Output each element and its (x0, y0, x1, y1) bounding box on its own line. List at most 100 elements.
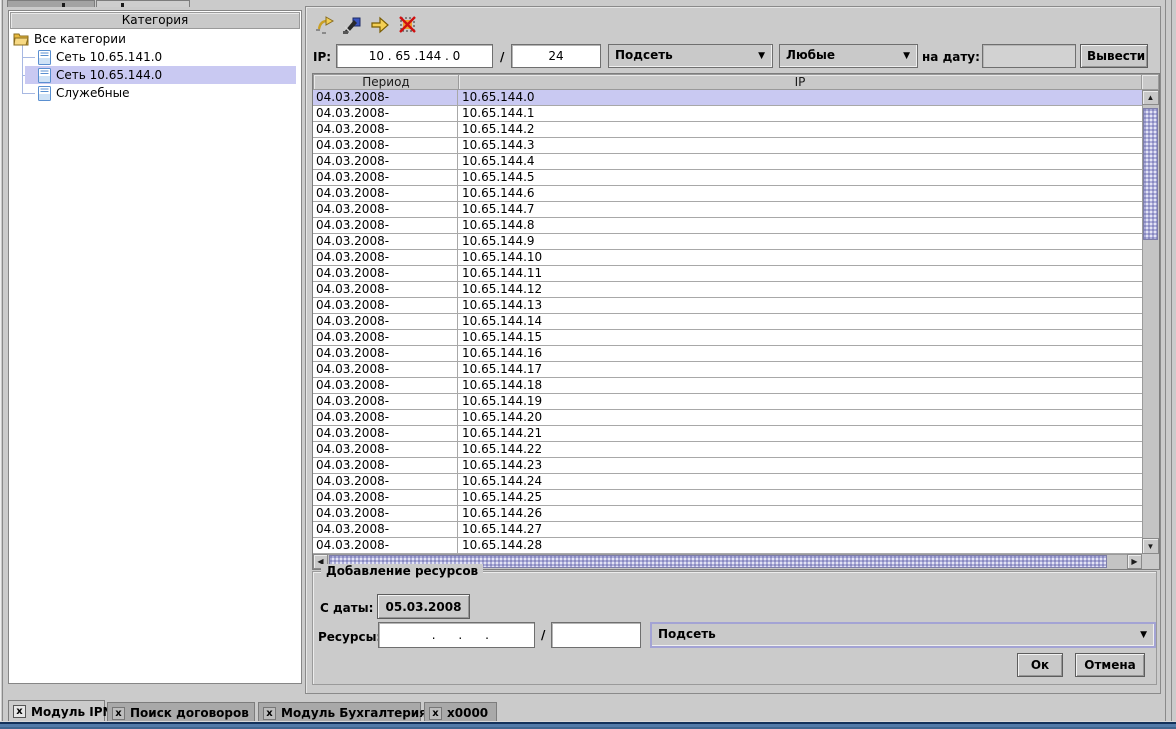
close-icon[interactable]: x (112, 707, 125, 720)
table-row[interactable]: 04.03.2008-10.65.144.21 (313, 426, 1142, 442)
column-header-ip[interactable]: IP (458, 74, 1142, 90)
vertical-scrollbar-thumb[interactable] (1143, 108, 1158, 240)
resources-mask-input[interactable] (551, 622, 641, 648)
cell-ip: 10.65.144.3 (459, 138, 1142, 153)
table-row[interactable]: 04.03.2008-10.65.144.4 (313, 154, 1142, 170)
cell-period: 04.03.2008- (313, 298, 458, 313)
tab-module-accounting[interactable]: x Модуль Бухгалтерия (258, 702, 421, 722)
table-row[interactable]: 04.03.2008-10.65.144.9 (313, 234, 1142, 250)
table-row[interactable]: 04.03.2008-10.65.144.3 (313, 138, 1142, 154)
window-border-left (0, 0, 1, 729)
cell-period: 04.03.2008- (313, 410, 458, 425)
table-row[interactable]: 04.03.2008-10.65.144.18 (313, 378, 1142, 394)
resources-table: Период IP 04.03.2008-10.65.144.004.03.20… (312, 73, 1160, 570)
table-row[interactable]: 04.03.2008-10.65.144.2 (313, 122, 1142, 138)
table-row[interactable]: 04.03.2008-10.65.144.0 (313, 90, 1142, 106)
ok-button[interactable]: Ок (1017, 653, 1063, 677)
scroll-down-button[interactable]: ▼ (1142, 538, 1159, 554)
table-row[interactable]: 04.03.2008-10.65.144.27 (313, 522, 1142, 538)
table-row[interactable]: 04.03.2008-10.65.144.17 (313, 362, 1142, 378)
cell-period: 04.03.2008- (313, 362, 458, 377)
ip-address-input[interactable] (336, 44, 493, 68)
table-row[interactable]: 04.03.2008-10.65.144.12 (313, 282, 1142, 298)
table-row[interactable]: 04.03.2008-10.65.144.22 (313, 442, 1142, 458)
show-button[interactable]: Вывести (1080, 44, 1148, 68)
cell-ip: 10.65.144.14 (459, 314, 1142, 329)
from-date-label: С даты: (320, 601, 373, 615)
cell-ip: 10.65.144.16 (459, 346, 1142, 361)
table-row[interactable]: 04.03.2008-10.65.144.25 (313, 490, 1142, 506)
cancel-button[interactable]: Отмена (1075, 653, 1145, 677)
tree-item-network-141[interactable]: Сеть 10.65.141.0 (10, 48, 300, 66)
cell-ip: 10.65.144.12 (459, 282, 1142, 297)
close-icon[interactable]: x (13, 705, 26, 718)
subnet-type-select[interactable]: Подсеть ▼ (608, 44, 773, 68)
cell-period: 04.03.2008- (313, 538, 458, 553)
close-icon[interactable]: x (263, 707, 276, 720)
cell-ip: 10.65.144.21 (459, 426, 1142, 441)
cell-ip: 10.65.144.8 (459, 218, 1142, 233)
tab-x0000[interactable]: x x0000 (424, 702, 497, 722)
cell-period: 04.03.2008- (313, 218, 458, 233)
from-date-button[interactable]: 05.03.2008 (377, 594, 470, 619)
tab-module-ipn[interactable]: x Модуль IPN (8, 700, 105, 722)
cell-ip: 10.65.144.4 (459, 154, 1142, 169)
table-row[interactable]: 04.03.2008-10.65.144.1 (313, 106, 1142, 122)
cell-period: 04.03.2008- (313, 90, 458, 105)
table-row[interactable]: 04.03.2008-10.65.144.7 (313, 202, 1142, 218)
cell-period: 04.03.2008- (313, 522, 458, 537)
category-tree-header[interactable]: Категория (10, 12, 300, 29)
table-row[interactable]: 04.03.2008-10.65.144.11 (313, 266, 1142, 282)
table-row[interactable]: 04.03.2008-10.65.144.8 (313, 218, 1142, 234)
folder-open-icon (13, 32, 29, 46)
cell-ip: 10.65.144.2 (459, 122, 1142, 137)
top-tab-partial-2[interactable] (96, 0, 190, 7)
close-icon[interactable]: x (429, 707, 442, 720)
table-row[interactable]: 04.03.2008-10.65.144.24 (313, 474, 1142, 490)
resources-type-select[interactable]: Подсеть ▼ (650, 622, 1156, 648)
edit-resource-button[interactable] (339, 13, 364, 38)
scroll-right-button[interactable]: ▶ (1127, 554, 1142, 569)
cell-period: 04.03.2008- (313, 266, 458, 281)
table-row[interactable]: 04.03.2008-10.65.144.14 (313, 314, 1142, 330)
top-tab-partial-1[interactable] (7, 0, 95, 7)
scroll-up-button[interactable]: ▲ (1142, 90, 1159, 105)
cell-ip: 10.65.144.22 (459, 442, 1142, 457)
document-icon (38, 50, 51, 64)
down-arrow-icon: ▼ (1143, 540, 1158, 553)
mask-input[interactable] (511, 44, 601, 68)
add-resource-button[interactable] (311, 13, 336, 38)
tab-contract-search[interactable]: x Поиск договоров (107, 702, 255, 722)
table-row[interactable]: 04.03.2008-10.65.144.20 (313, 410, 1142, 426)
delete-resource-button[interactable] (395, 13, 420, 38)
table-row[interactable]: 04.03.2008-10.65.144.23 (313, 458, 1142, 474)
date-input[interactable] (982, 44, 1076, 68)
table-row[interactable]: 04.03.2008-10.65.144.13 (313, 298, 1142, 314)
table-row[interactable]: 04.03.2008-10.65.144.10 (313, 250, 1142, 266)
window-border-left-inner (2, 0, 3, 729)
groupbox-title: Добавление ресурсов (321, 564, 483, 578)
cell-ip: 10.65.144.20 (459, 410, 1142, 425)
cell-ip: 10.65.144.7 (459, 202, 1142, 217)
table-row[interactable]: 04.03.2008-10.65.144.6 (313, 186, 1142, 202)
tree-item-service[interactable]: Служебные (10, 84, 300, 102)
tree-item-network-144[interactable]: Сеть 10.65.144.0 (10, 66, 300, 84)
table-row[interactable]: 04.03.2008-10.65.144.5 (313, 170, 1142, 186)
tab-label: Модуль Бухгалтерия (281, 703, 416, 723)
table-row[interactable]: 04.03.2008-10.65.144.26 (313, 506, 1142, 522)
cell-period: 04.03.2008- (313, 170, 458, 185)
table-row[interactable]: 04.03.2008-10.65.144.28 (313, 538, 1142, 554)
table-row[interactable]: 04.03.2008-10.65.144.15 (313, 330, 1142, 346)
table-row[interactable]: 04.03.2008-10.65.144.16 (313, 346, 1142, 362)
ip-mask-separator: / (500, 50, 504, 64)
cell-period: 04.03.2008- (313, 458, 458, 473)
any-filter-select[interactable]: Любые ▼ (779, 44, 918, 68)
apply-forward-button[interactable] (367, 13, 392, 38)
tree-item-all-categories[interactable]: Все категории (10, 30, 300, 48)
cell-period: 04.03.2008- (313, 426, 458, 441)
table-row[interactable]: 04.03.2008-10.65.144.19 (313, 394, 1142, 410)
cell-ip: 10.65.144.27 (459, 522, 1142, 537)
resources-ip-input[interactable] (378, 622, 535, 648)
column-header-period[interactable]: Период (313, 74, 459, 90)
add-resource-icon (313, 14, 335, 36)
